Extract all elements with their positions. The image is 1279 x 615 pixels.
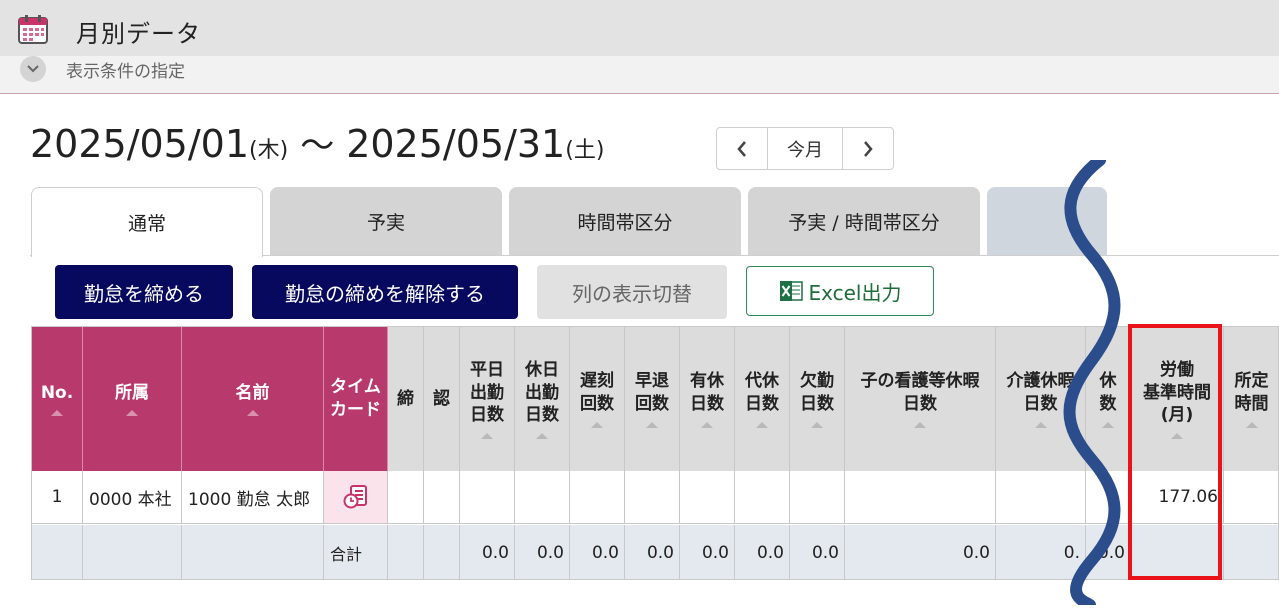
total-nursing: 0. (996, 525, 1086, 579)
cell-rest (1086, 471, 1131, 523)
sort-icon[interactable] (1034, 421, 1047, 428)
chevron-left-icon (737, 140, 746, 157)
excel-icon (779, 281, 803, 301)
sort-icon[interactable] (591, 421, 603, 428)
sort-icon[interactable] (701, 421, 713, 428)
period-start: 2025/05/01 (30, 122, 250, 166)
total-rest: 0.0 (1086, 525, 1131, 579)
cell-absence (790, 471, 845, 523)
col-header-close: 締 (388, 327, 424, 471)
col-header-approve: 認 (424, 327, 460, 471)
col-header-no[interactable]: No. (32, 327, 83, 471)
cell-nursing (996, 471, 1086, 523)
excel-export-button[interactable]: Excel出力 (746, 266, 934, 316)
conditions-toggle[interactable]: 表示条件の指定 (0, 56, 1279, 94)
period-separator: 〜 (300, 126, 335, 166)
cell-name: 1000 勤怠 太郎 (182, 471, 324, 523)
page-title: 月別データ (76, 20, 201, 48)
cell-dept: 0000 本社 (83, 471, 182, 523)
cell-paid-leave (680, 471, 735, 523)
table-row: 1 0000 本社 1000 勤怠 太郎 177.06 (32, 471, 1278, 524)
monthly-data-table: No. 所属 名前 タイム カード 締 認 平日 出勤 日数 休日 出勤 日数 … (31, 326, 1279, 580)
current-month-button[interactable]: 今月 (767, 128, 843, 169)
cell-scheduled (1224, 471, 1278, 523)
tab-plan-actual-time-zone[interactable]: 予実 / 時間帯区分 (748, 187, 980, 255)
timecard-icon[interactable] (343, 484, 369, 510)
period-end: 2025/05/31 (346, 122, 566, 166)
cell-approve (424, 471, 460, 523)
col-header-early[interactable]: 早退 回数 (625, 327, 680, 471)
total-cell-no (32, 525, 83, 579)
conditions-label[interactable]: 表示条件の指定 (66, 57, 185, 82)
col-header-timecard: タイム カード (324, 327, 388, 471)
total-scheduled (1224, 525, 1278, 579)
total-comp-leave: 0.0 (735, 525, 790, 579)
tab-weekly[interactable] (987, 187, 1107, 255)
cell-close (388, 471, 424, 523)
total-label: 合計 (324, 525, 388, 579)
sort-icon[interactable] (914, 421, 926, 428)
total-cell-dept (83, 525, 182, 579)
title-bar: 月別データ (0, 0, 1279, 56)
tab-plan-actual[interactable]: 予実 (270, 187, 502, 255)
col-header-dept[interactable]: 所属 (83, 327, 182, 471)
sort-icon[interactable] (51, 410, 63, 417)
total-paid-leave: 0.0 (680, 525, 735, 579)
total-early: 0.0 (625, 525, 680, 579)
total-row: 合計 0.0 0.0 0.0 0.0 0.0 0.0 0.0 0.0 0. 0.… (32, 525, 1278, 579)
sort-icon[interactable] (1245, 421, 1258, 428)
period-end-dow: (土) (565, 138, 605, 163)
total-absence: 0.0 (790, 525, 845, 579)
chevron-right-icon (864, 140, 873, 157)
tab-normal[interactable]: 通常 (31, 187, 263, 257)
col-header-holiday-work[interactable]: 休日 出勤 日数 (515, 327, 570, 471)
calendar-icon (18, 15, 48, 44)
col-header-late[interactable]: 遅刻 回数 (570, 327, 625, 471)
total-cell-name (182, 525, 324, 579)
cell-weekday-work (460, 471, 515, 523)
total-cell-close (388, 525, 424, 579)
cell-comp-leave (735, 471, 790, 523)
highlight-box (1128, 324, 1222, 580)
toggle-columns-button[interactable]: 列の表示切替 (537, 265, 727, 319)
total-late: 0.0 (570, 525, 625, 579)
sort-icon[interactable] (1102, 421, 1114, 428)
cell-holiday-work (515, 471, 570, 523)
col-header-absence[interactable]: 欠勤 日数 (790, 327, 845, 471)
col-header-child-care[interactable]: 子の看護等休暇 日数 (845, 327, 996, 471)
cell-late (570, 471, 625, 523)
sort-icon[interactable] (481, 433, 493, 440)
total-weekday-work: 0.0 (460, 525, 515, 579)
col-header-weekday-work[interactable]: 平日 出勤 日数 (460, 327, 515, 471)
timecard-button[interactable] (324, 471, 388, 523)
cell-no: 1 (32, 471, 83, 523)
col-header-name[interactable]: 名前 (182, 327, 324, 471)
period-start-dow: (木) (249, 138, 289, 163)
total-cell-approve (424, 525, 460, 579)
next-month-button[interactable] (843, 128, 893, 169)
excel-export-label[interactable]: Excel出力 (809, 277, 902, 306)
close-attendance-button[interactable]: 勤怠を締める (55, 265, 233, 319)
cell-early (625, 471, 680, 523)
sort-icon[interactable] (246, 410, 259, 417)
col-header-comp-leave[interactable]: 代休 日数 (735, 327, 790, 471)
prev-month-button[interactable] (717, 128, 767, 169)
sort-icon[interactable] (536, 433, 548, 440)
tab-time-zone[interactable]: 時間帯区分 (509, 187, 741, 255)
sort-icon[interactable] (126, 410, 138, 417)
col-header-scheduled[interactable]: 所定 時間 (1224, 327, 1278, 471)
col-header-paid-leave[interactable]: 有休 日数 (680, 327, 735, 471)
total-holiday-work: 0.0 (515, 525, 570, 579)
chevron-down-icon[interactable] (20, 56, 46, 82)
col-header-rest[interactable]: 休 数 (1086, 327, 1131, 471)
month-nav: 今月 (716, 127, 894, 170)
period-display: 2025/05/01(木) 〜 2025/05/31(土) (30, 118, 604, 167)
unclose-attendance-button[interactable]: 勤怠の締めを解除する (252, 265, 518, 319)
sort-icon[interactable] (811, 421, 823, 428)
cell-child-care (845, 471, 996, 523)
total-child-care: 0.0 (845, 525, 996, 579)
col-header-nursing[interactable]: 介護休暇 日数 (996, 327, 1086, 471)
sort-icon[interactable] (756, 421, 768, 428)
sort-icon[interactable] (646, 421, 658, 428)
